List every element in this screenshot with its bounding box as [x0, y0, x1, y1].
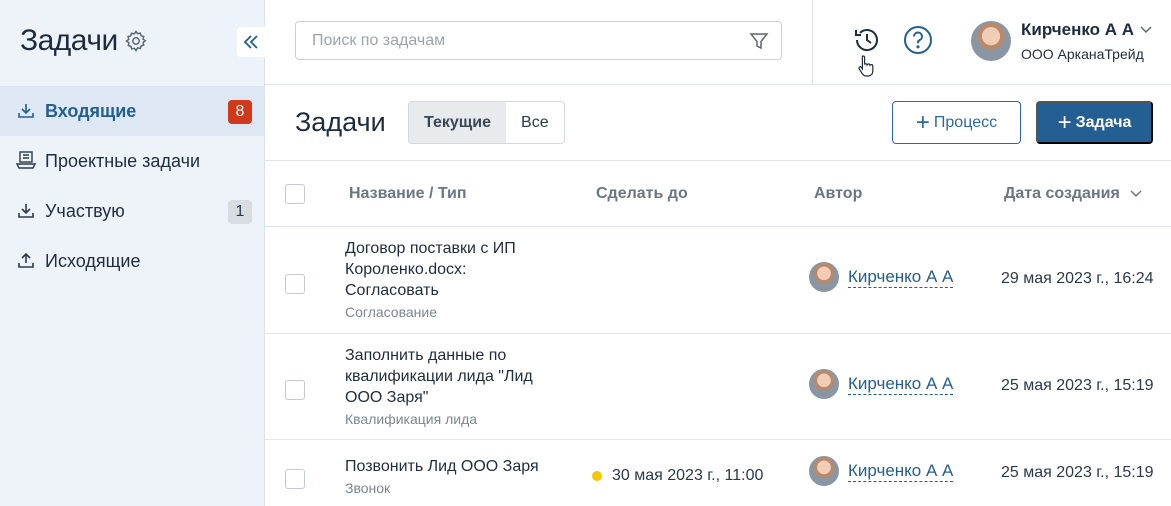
due-status-dot: [592, 471, 602, 481]
task-title[interactable]: Позвонить Лид ООО Заря: [345, 456, 575, 477]
user-name: Кирченко А А: [1021, 20, 1135, 39]
due-date: 30 мая 2023 г., 11:00: [612, 467, 764, 484]
row-checkbox[interactable]: [285, 274, 305, 294]
avatar: [809, 262, 839, 292]
participate-icon: [15, 200, 37, 222]
sidebar-item-participate[interactable]: Участвую 1: [0, 186, 264, 236]
sidebar-item-label: Входящие: [45, 100, 137, 121]
task-cell: Позвонить Лид ООО Заря Звонок: [345, 456, 575, 496]
task-title[interactable]: Заполнить данные по квалификации лида "Л…: [345, 345, 555, 408]
project-tasks-icon: [15, 150, 37, 172]
author-link[interactable]: Кирченко А А: [848, 461, 954, 482]
user-menu[interactable]: Кирченко А А ООО АрканаТрейд: [971, 20, 1152, 62]
history-icon[interactable]: [852, 25, 882, 55]
user-org: ООО АрканаТрейд: [1021, 46, 1144, 62]
avatar: [809, 369, 839, 399]
task-cell: Договор поставки с ИП Короленко.docx: Со…: [345, 238, 545, 320]
hand-cursor-icon: [858, 55, 874, 77]
sidebar-item-label: Проектные задачи: [45, 150, 200, 171]
page-title: Задачи: [295, 107, 386, 137]
table-row[interactable]: Заполнить данные по квалификации лида "Л…: [265, 334, 1171, 440]
add-process-button[interactable]: + Процесс: [892, 101, 1021, 144]
author-cell: Кирченко А А: [809, 369, 954, 399]
due-cell: 30 мая 2023 г., 11:00: [592, 467, 763, 485]
row-checkbox[interactable]: [285, 380, 305, 400]
gear-icon[interactable]: [124, 29, 148, 53]
add-task-button[interactable]: + Задача: [1036, 101, 1153, 144]
add-process-label: Процесс: [933, 113, 998, 131]
task-type: Квалификация лида: [345, 411, 478, 427]
double-chevron-left-icon: [243, 35, 258, 49]
tasks-table: Название / Тип Сделать до Автор Дата соз…: [265, 161, 1171, 506]
plus-icon: +: [1057, 108, 1072, 136]
sidebar-item-label: Участвую: [45, 200, 125, 221]
help-icon[interactable]: [903, 25, 933, 55]
tab-switcher: Текущие Все: [408, 101, 565, 144]
sidebar-item-label: Исходящие: [45, 250, 141, 271]
task-type: Согласование: [345, 304, 437, 320]
collapse-sidebar-button[interactable]: [237, 27, 265, 57]
select-all-checkbox[interactable]: [285, 184, 305, 204]
created-date: 25 мая 2023 г., 15:19: [1001, 377, 1154, 394]
tab-current[interactable]: Текущие: [409, 102, 507, 143]
tab-all[interactable]: Все: [506, 102, 564, 143]
task-type: Звонок: [345, 480, 391, 496]
column-header-author[interactable]: Автор: [814, 185, 862, 203]
inbox-icon: [15, 100, 37, 122]
app-title: Задачи: [20, 24, 118, 57]
author-cell: Кирченко А А: [809, 262, 954, 292]
created-date: 25 мая 2023 г., 15:19: [1001, 464, 1154, 481]
filter-icon[interactable]: [749, 31, 769, 51]
table-row[interactable]: Договор поставки с ИП Короленко.docx: Со…: [265, 227, 1171, 334]
inbox-count-badge: 8: [228, 100, 252, 124]
participate-count-badge: 1: [228, 200, 252, 224]
topbar: Кирченко А А ООО АрканаТрейд: [265, 0, 1171, 85]
table-header: Название / Тип Сделать до Автор Дата соз…: [265, 161, 1171, 227]
sidebar-item-inbox[interactable]: Входящие 8: [0, 86, 264, 136]
column-header-name[interactable]: Название / Тип: [349, 185, 467, 203]
task-cell: Заполнить данные по квалификации лида "Л…: [345, 345, 555, 427]
divider: [812, 0, 813, 85]
task-title[interactable]: Договор поставки с ИП Короленко.docx: Со…: [345, 238, 545, 301]
search-box: [295, 21, 782, 60]
sort-chevron-down-icon: [1130, 190, 1142, 197]
avatar: [809, 456, 839, 486]
author-cell: Кирченко А А: [809, 456, 954, 486]
plus-icon: +: [915, 108, 930, 136]
created-date: 29 мая 2023 г., 16:24: [1001, 270, 1154, 287]
chevron-down-icon: [1140, 26, 1152, 34]
content-header: Задачи Текущие Все + Процесс + Задача: [265, 85, 1171, 161]
sidebar-item-outbox[interactable]: Исходящие: [0, 236, 264, 286]
column-header-created-label: Дата создания: [1004, 185, 1120, 202]
user-name-row: Кирченко А А: [1021, 20, 1152, 40]
table-row[interactable]: Позвонить Лид ООО Заря Звонок 30 мая 202…: [265, 440, 1171, 506]
add-task-label: Задача: [1075, 113, 1132, 131]
author-link[interactable]: Кирченко А А: [848, 374, 954, 395]
author-link[interactable]: Кирченко А А: [848, 267, 954, 288]
column-header-due[interactable]: Сделать до: [596, 185, 688, 203]
sidebar-nav: Входящие 8 Проектные задачи Участвую 1 И…: [0, 86, 264, 286]
column-header-created[interactable]: Дата создания: [1004, 185, 1142, 203]
sidebar-header: Задачи: [20, 24, 148, 58]
sidebar: Задачи Входящие 8 Проектные задачи Участ…: [0, 0, 265, 506]
sidebar-item-project-tasks[interactable]: Проектные задачи: [0, 136, 264, 186]
row-checkbox[interactable]: [285, 469, 305, 489]
avatar: [971, 21, 1011, 61]
search-input[interactable]: [312, 31, 732, 50]
outbox-icon: [15, 250, 37, 272]
